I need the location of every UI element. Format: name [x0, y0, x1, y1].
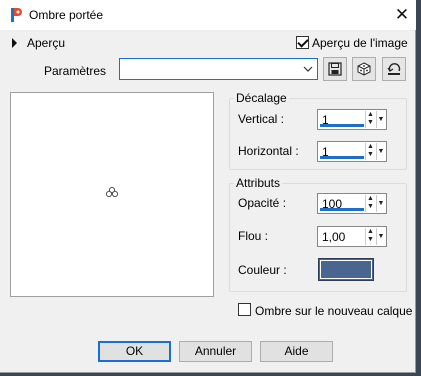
blur-spinbox[interactable]: 1,00 ▲ ▼ ▼	[317, 226, 387, 247]
shadow-color-swatch[interactable]	[318, 258, 374, 281]
up-down-arrows-icon[interactable]: ▲ ▼	[365, 111, 375, 128]
offset-group-title: Décalage	[234, 91, 289, 105]
up-down-arrows-icon[interactable]: ▲ ▼	[365, 195, 375, 212]
up-down-arrows-icon[interactable]: ▲ ▼	[365, 143, 375, 160]
chevron-down-icon[interactable]	[301, 62, 315, 76]
close-button[interactable]: ✕	[392, 5, 412, 25]
vertical-label: Vertical :	[238, 112, 285, 126]
new-layer-checkbox[interactable]	[238, 303, 251, 316]
preview-section-label[interactable]: Aperçu	[27, 36, 65, 50]
horizontal-spinbox[interactable]: 1 ▲ ▼ ▼	[317, 141, 387, 162]
drop-shadow-dialog: Ombre portée ✕ Aperçu Aperçu de l'image …	[0, 0, 416, 373]
vertical-slider-bar[interactable]	[320, 124, 364, 127]
blur-label: Flou :	[238, 229, 269, 243]
up-down-arrows-icon[interactable]: ▲ ▼	[365, 228, 375, 245]
dropdown-arrow-icon[interactable]: ▼	[376, 195, 385, 212]
randomize-icon	[357, 62, 371, 76]
dropdown-arrow-icon[interactable]: ▼	[376, 111, 385, 128]
color-label: Couleur :	[238, 263, 287, 277]
help-button[interactable]: Aide	[260, 341, 333, 362]
dropdown-arrow-icon[interactable]: ▼	[376, 143, 385, 160]
expand-triangle-icon[interactable]	[12, 38, 17, 48]
reset-button[interactable]	[382, 57, 406, 81]
dialog-title: Ombre portée	[29, 8, 104, 22]
paintshop-app-icon	[11, 8, 22, 22]
opacity-label: Opacité :	[238, 196, 287, 210]
ok-button[interactable]: OK	[98, 341, 171, 362]
presets-combobox[interactable]	[119, 58, 318, 80]
save-preset-button[interactable]	[323, 57, 347, 81]
opacity-slider-bar[interactable]	[320, 208, 364, 211]
close-icon: ✕	[394, 5, 410, 24]
move-cursor-icon	[105, 186, 119, 198]
vertical-spinbox[interactable]: 1 ▲ ▼ ▼	[317, 109, 387, 130]
params-label: Paramètres	[44, 64, 107, 78]
preview-toggle-row: Aperçu Aperçu de l'image	[12, 35, 412, 51]
image-preview-checkbox[interactable]	[296, 36, 309, 49]
save-preset-icon	[328, 62, 342, 76]
cancel-button[interactable]: Annuler	[179, 341, 252, 362]
randomize-button[interactable]	[352, 57, 376, 81]
reset-icon	[387, 63, 401, 75]
opacity-spinbox[interactable]: 100 ▲ ▼ ▼	[317, 193, 387, 214]
attributes-group-title: Attributs	[234, 176, 283, 190]
title-bar: Ombre portée ✕	[0, 0, 416, 30]
dropdown-arrow-icon[interactable]: ▼	[376, 228, 385, 245]
horizontal-slider-bar[interactable]	[320, 156, 364, 159]
image-preview-label[interactable]: Aperçu de l'image	[312, 36, 408, 50]
preview-pane[interactable]	[10, 92, 214, 297]
blur-value: 1,00	[322, 230, 346, 244]
horizontal-label: Horizontal :	[238, 144, 299, 158]
new-layer-label[interactable]: Ombre sur le nouveau calque	[255, 304, 412, 318]
